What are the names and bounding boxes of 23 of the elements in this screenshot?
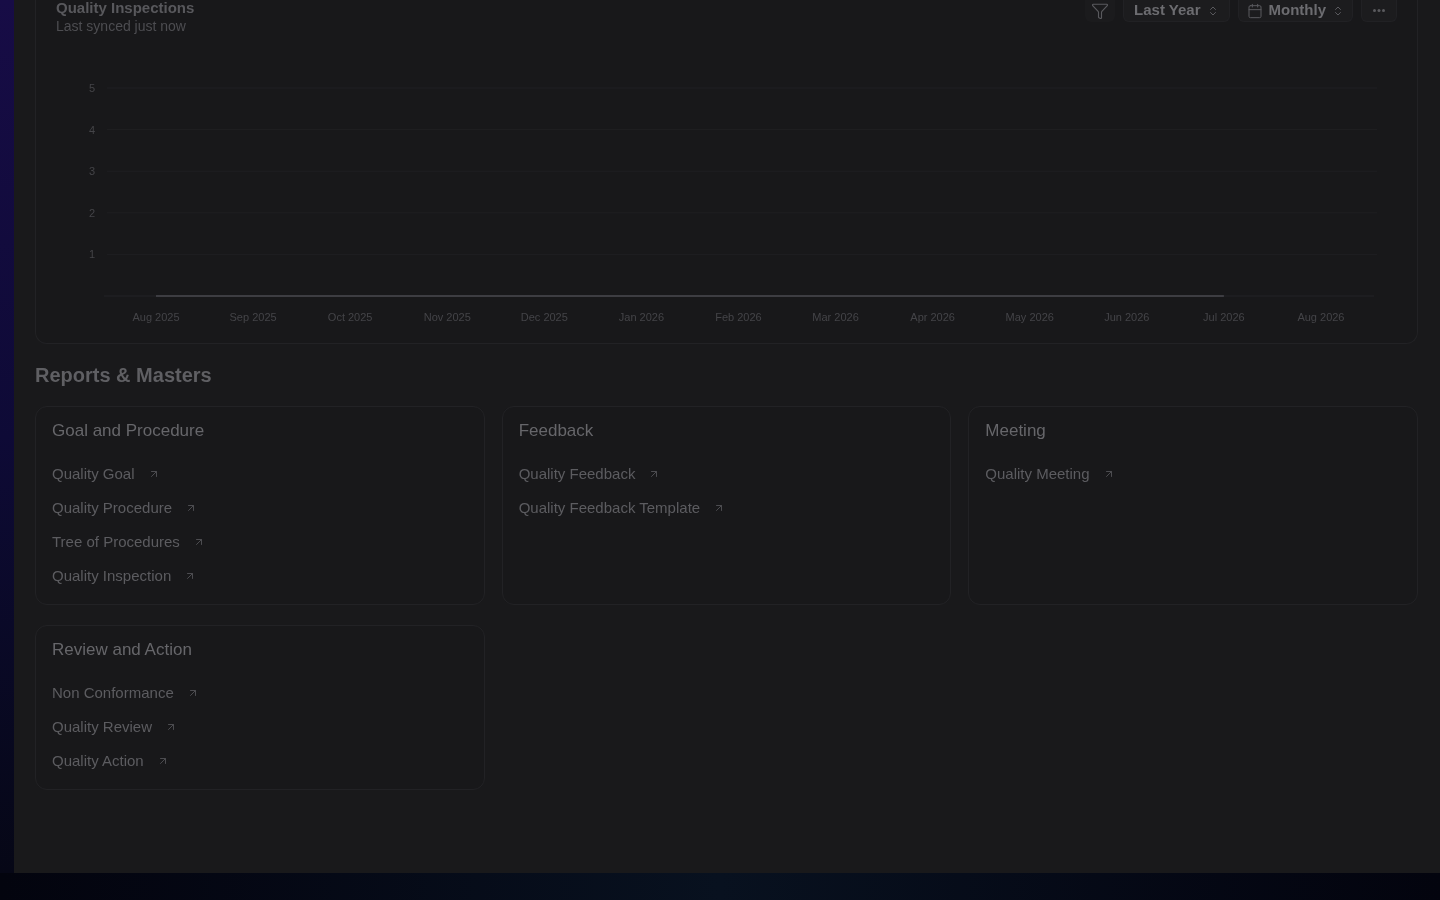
card-title: Review and Action (52, 639, 193, 661)
card-title: Meeting (985, 420, 1047, 442)
section-title: Reports & Masters (35, 363, 213, 388)
more-button[interactable] (1361, 0, 1397, 22)
chart-title: Quality Inspections (56, 0, 195, 16)
report-link[interactable]: Quality Review (52, 715, 178, 739)
report-link[interactable]: Quality Inspection (52, 564, 197, 588)
report-link[interactable]: Quality Action (52, 749, 169, 773)
report-link[interactable]: Quality Feedback Template (518, 496, 726, 520)
report-link[interactable]: Quality Goal (52, 462, 160, 486)
report-link[interactable]: Tree of Procedures (52, 530, 205, 554)
card-title: Feedback (518, 420, 595, 442)
report-link[interactable]: Quality Meeting (985, 462, 1115, 486)
range-select[interactable]: Last Year (1123, 0, 1230, 22)
filter-icon (1091, 2, 1110, 20)
more-icon (1373, 9, 1385, 12)
card-title: Goal and Procedure (52, 420, 206, 442)
calendar-icon (1246, 2, 1263, 19)
interval-select[interactable]: Monthly (1237, 0, 1353, 22)
chevrons-icon (1332, 4, 1344, 17)
report-link[interactable]: Quality Feedback (518, 462, 661, 486)
report-link[interactable]: Non Conformance (52, 681, 199, 705)
report-link[interactable]: Quality Procedure (52, 496, 198, 520)
